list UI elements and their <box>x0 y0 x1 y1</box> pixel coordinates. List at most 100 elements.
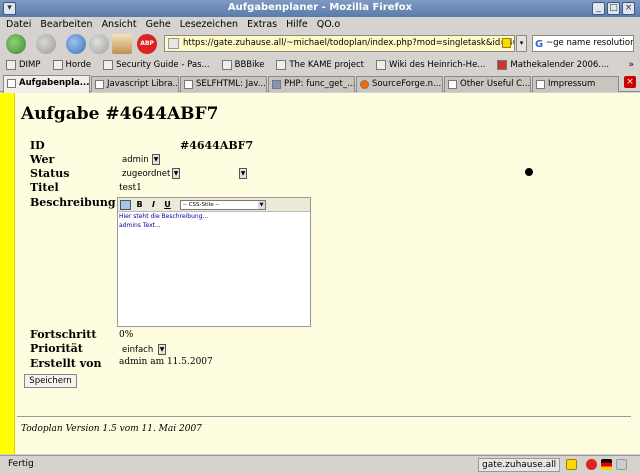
browser-window: ▾ Aufgabenplaner - Mozilla Firefox _ □ ×… <box>0 0 640 474</box>
label-wer: Wer <box>30 153 55 166</box>
menu-extras[interactable]: Extras <box>247 17 277 32</box>
css-style-select[interactable]: -- CSS-Stile -- ▼ <box>180 199 266 210</box>
page-icon <box>103 60 114 70</box>
menu-hilfe[interactable]: Hilfe <box>286 17 308 32</box>
label-erstellt: Erstellt von <box>30 357 102 370</box>
editor-line: admins Text... <box>119 222 161 229</box>
footer-divider <box>17 416 631 417</box>
bookmark-item[interactable]: BBBike <box>221 57 264 73</box>
resize-grip-icon[interactable] <box>616 459 627 470</box>
menu-lesezeichen[interactable]: Lesezeichen <box>180 17 238 32</box>
footer-version: Todoplan Version 1.5 vom 11. Mai 2007 <box>21 424 202 434</box>
mail-icon <box>6 60 16 70</box>
chevron-down-icon: ▼ <box>158 344 166 355</box>
menu-datei[interactable]: Datei <box>6 17 31 32</box>
close-window-icon[interactable]: × <box>622 2 635 15</box>
editor-line: Hier steht die Beschreibung... <box>119 213 209 220</box>
horde-icon <box>52 60 63 70</box>
bike-icon <box>221 60 232 70</box>
menu-bearbeiten[interactable]: Bearbeiten <box>40 17 92 32</box>
tab-favicon-icon <box>448 80 457 89</box>
tab-bar: Aufgabenpla... Javascript Libra... SELFH… <box>0 74 640 93</box>
tab-favicon-icon <box>272 80 281 89</box>
url-history-dropdown[interactable]: ▾ <box>516 35 527 52</box>
bookmark-item[interactable]: Security Guide - Pas... <box>103 57 210 73</box>
status-host: gate.zuhause.all <box>478 458 561 472</box>
home-icon[interactable] <box>112 34 132 54</box>
page-content <box>0 93 640 454</box>
bookmarks-toolbar: DIMP Horde Security Guide - Pas... BBBik… <box>0 57 640 73</box>
page-icon <box>276 60 287 70</box>
description-editor[interactable]: B I U -- CSS-Stile -- ▼ Hier steht die B… <box>117 197 311 327</box>
menu-ansicht[interactable]: Ansicht <box>102 17 137 32</box>
lock-icon[interactable] <box>502 38 511 48</box>
status-select[interactable]: zugeordnet ▼ <box>119 167 181 179</box>
insert-image-icon[interactable] <box>120 199 131 210</box>
back-arrow-icon[interactable] <box>6 34 26 54</box>
tab-javascript-libraries[interactable]: Javascript Libra... <box>91 76 179 92</box>
tab-other-useful[interactable]: Other Useful C... <box>444 76 531 92</box>
site-identity-icon[interactable] <box>168 38 179 49</box>
label-beschreibung: Beschreibung <box>30 196 116 209</box>
menu-gehe[interactable]: Gehe <box>146 17 171 32</box>
bookmark-item[interactable]: DIMP <box>6 57 41 73</box>
chevron-down-icon: ▼ <box>239 168 247 179</box>
adblock-icon[interactable] <box>586 459 597 470</box>
bookmark-item[interactable]: Mathekalender 2006.... <box>497 57 609 73</box>
bookmark-item[interactable]: Horde <box>52 57 91 73</box>
tab-favicon-icon <box>95 80 104 89</box>
page-left-border <box>0 93 15 454</box>
save-button[interactable]: Speichern <box>24 374 77 388</box>
editor-toolbar: B I U -- CSS-Stile -- ▼ <box>118 198 310 212</box>
bookmark-item[interactable]: The KAME project <box>276 57 364 73</box>
stop-icon[interactable] <box>89 34 109 54</box>
label-fortschritt: Fortschritt <box>30 328 97 341</box>
page-title: Aufgabe #4644ABF7 <box>21 104 219 124</box>
tab-php[interactable]: PHP: func_get_... <box>268 76 355 92</box>
tab-sourceforge[interactable]: SourceForge.n... <box>356 76 443 92</box>
title-bar: ▾ Aufgabenplaner - Mozilla Firefox _ □ × <box>0 0 640 17</box>
reload-icon[interactable] <box>66 34 86 54</box>
maximize-icon[interactable]: □ <box>607 2 620 15</box>
calendar-icon <box>497 60 508 70</box>
tab-selfhtml[interactable]: SELFHTML: Jav... <box>180 76 267 92</box>
tab-impressum[interactable]: Impressum <box>532 76 619 92</box>
tab-aufgabenplaner[interactable]: Aufgabenpla... <box>3 75 90 93</box>
url-input[interactable]: https://gate.zuhause.all/~michael/todopl… <box>164 35 515 52</box>
close-tab-icon[interactable]: × <box>624 76 636 88</box>
bold-button[interactable]: B <box>134 200 145 210</box>
value-titel: test1 <box>119 183 142 193</box>
value-id: #4644ABF7 <box>180 139 254 152</box>
search-engine-icon[interactable]: G <box>535 37 543 51</box>
value-fortschritt: 0% <box>119 330 134 340</box>
mouse-cursor-dot <box>525 168 533 176</box>
prioritaet-select[interactable]: einfach ▼ <box>119 343 167 355</box>
wer-select[interactable]: admin ▼ <box>119 153 161 165</box>
adblock-icon[interactable]: ABP <box>137 34 157 54</box>
minimize-icon[interactable]: _ <box>592 2 605 15</box>
flag-icon[interactable] <box>601 459 612 470</box>
chevron-down-icon: ▼ <box>152 154 160 165</box>
search-input[interactable]: G ~ge name resolution <box>532 35 634 52</box>
wiki-icon <box>376 60 386 70</box>
label-id: ID <box>30 139 45 152</box>
forward-arrow-icon[interactable] <box>36 34 56 54</box>
search-text: ~ge name resolution <box>546 38 634 48</box>
menu-qoo[interactable]: QO.o <box>317 17 340 32</box>
menu-bar: Datei Bearbeiten Ansicht Gehe Lesezeiche… <box>0 17 640 32</box>
chevron-down-icon: ▼ <box>258 200 265 209</box>
underline-button[interactable]: U <box>162 200 173 210</box>
lock-icon[interactable] <box>566 459 577 470</box>
bookmarks-overflow-chevron-icon[interactable]: » <box>628 57 634 73</box>
italic-button[interactable]: I <box>148 200 159 210</box>
window-title: Aufgabenplaner - Mozilla Firefox <box>227 2 413 13</box>
label-status: Status <box>30 167 70 180</box>
status-secondary-select[interactable]: ▼ <box>238 167 248 179</box>
tab-favicon-icon <box>360 80 369 89</box>
bookmark-item[interactable]: Wiki des Heinrich-He... <box>376 57 485 73</box>
status-bar: Fertig gate.zuhause.all <box>0 455 640 474</box>
label-titel: Titel <box>30 181 59 194</box>
value-erstellt: admin am 11.5.2007 <box>119 357 213 367</box>
label-prioritaet: Priorität <box>30 342 83 355</box>
scrollbar[interactable] <box>629 93 640 454</box>
